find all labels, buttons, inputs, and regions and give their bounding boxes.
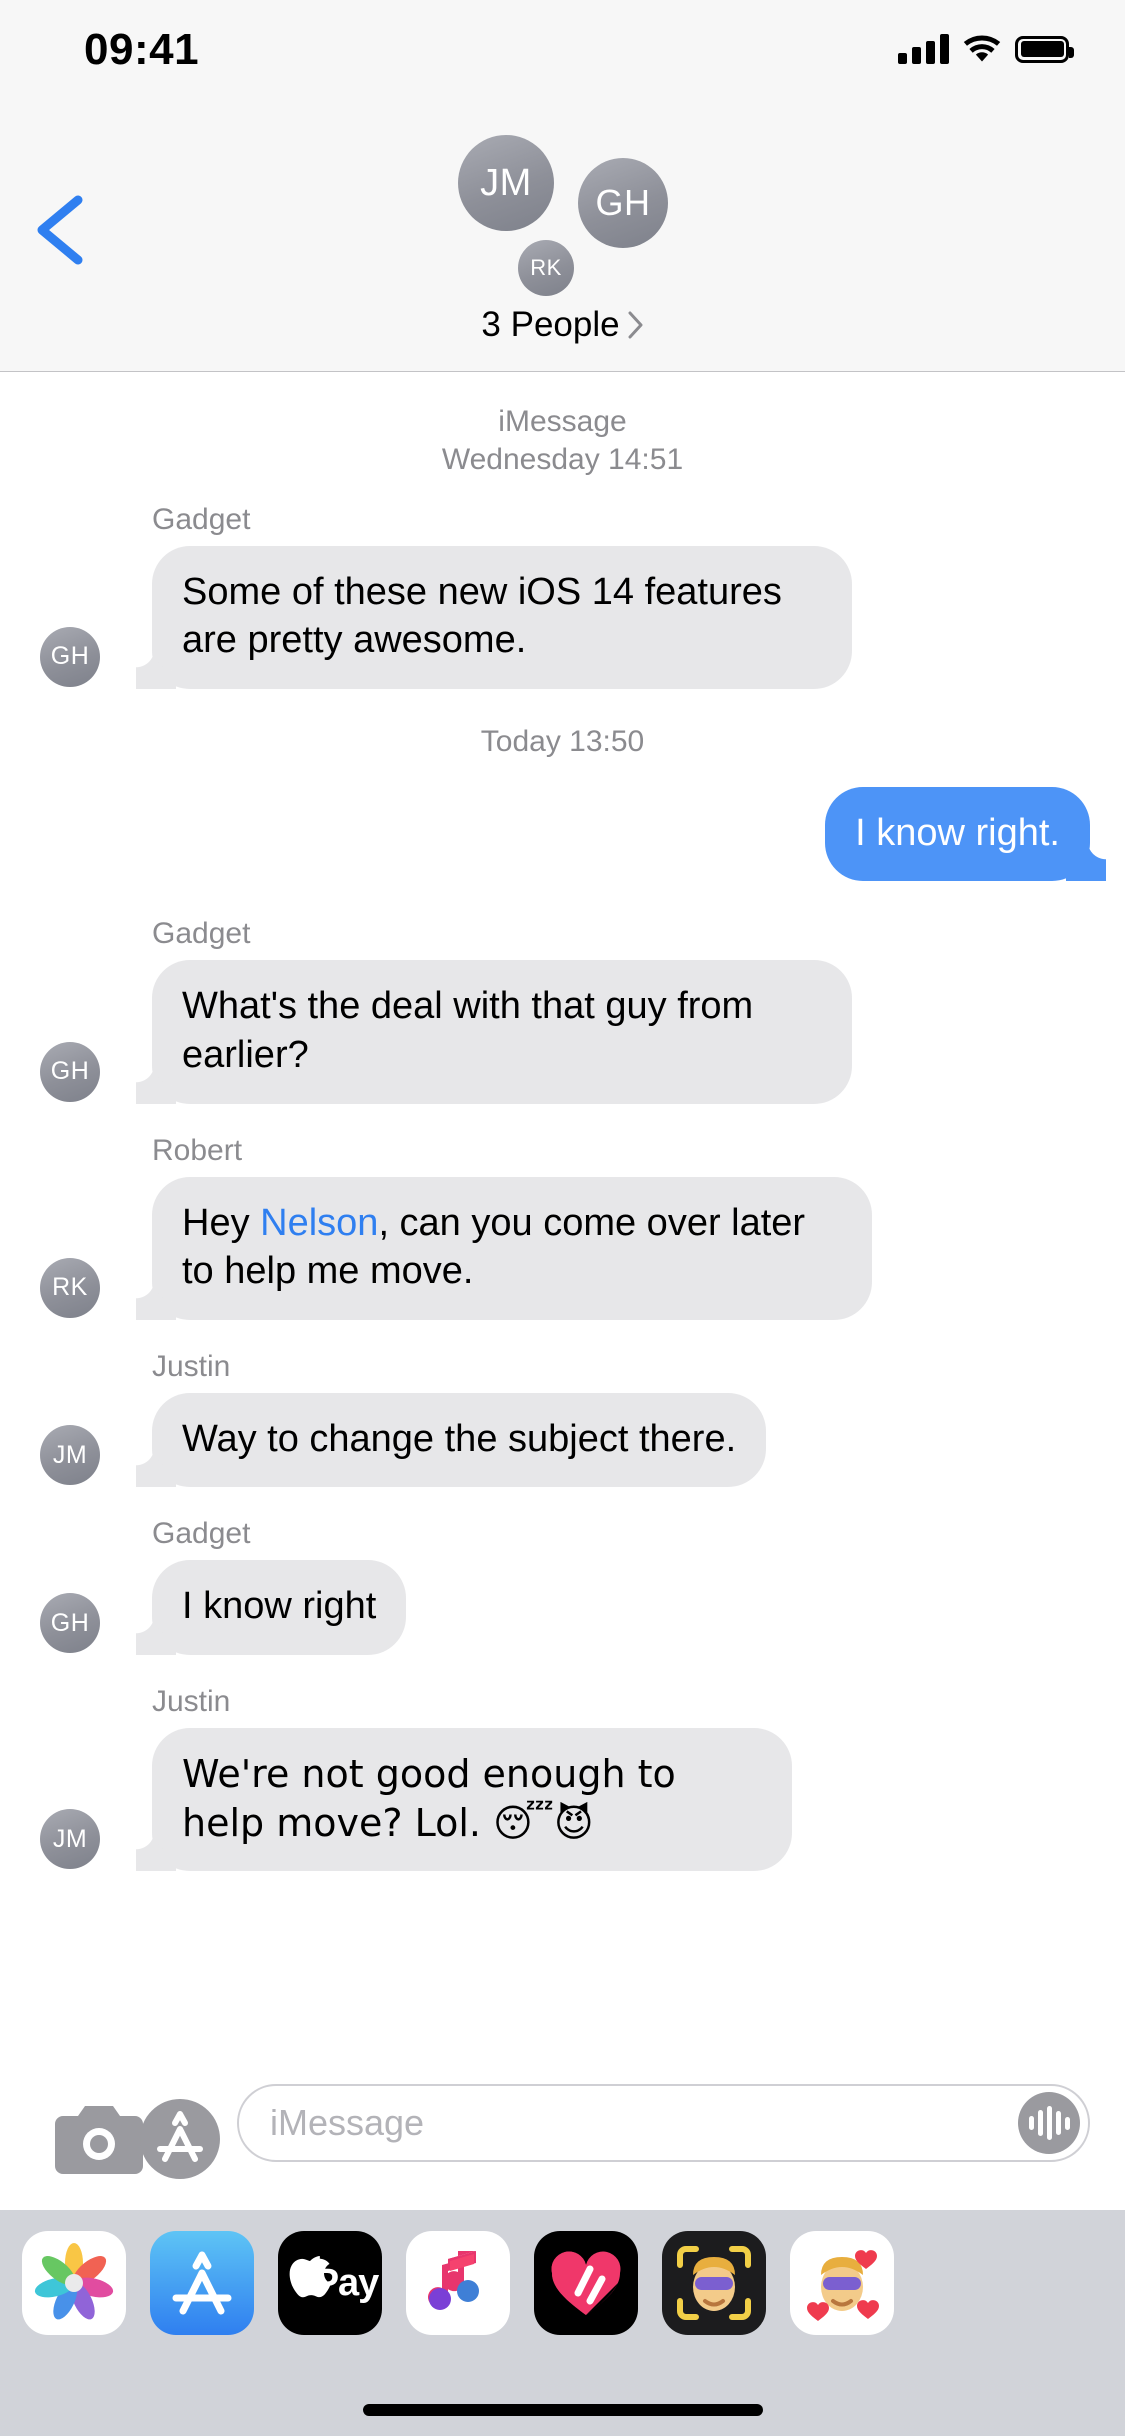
avatar-jm[interactable]: JM xyxy=(458,135,554,231)
app-icon-memoji-camera[interactable] xyxy=(662,2231,766,2335)
message-avatar[interactable]: GH xyxy=(40,626,100,687)
avatar-gh[interactable]: GH xyxy=(578,158,668,248)
messages-screen: 09:41 JM GH RK 3 People iMessage Wednesd… xyxy=(0,0,1125,2436)
app-store-icon xyxy=(172,2251,232,2315)
avatar-initials: RK xyxy=(52,1273,88,1302)
message-bubble[interactable]: Way to change the subject there. xyxy=(152,1392,767,1488)
message-group: Gadget GH Some of these new iOS 14 featu… xyxy=(0,503,1125,689)
participants-label: 3 People xyxy=(481,305,620,344)
avatar-initials: GH xyxy=(50,1057,90,1086)
message-bubble[interactable]: Hey Nelson, can you come over later to h… xyxy=(152,1176,872,1320)
wifi-icon xyxy=(963,34,1001,64)
camera-icon xyxy=(55,2106,143,2174)
photos-icon xyxy=(34,2243,114,2320)
participants-button[interactable]: 3 People xyxy=(0,305,1125,345)
digital-touch-heart-icon xyxy=(551,2251,621,2315)
app-icon-memoji-stickers[interactable] xyxy=(790,2231,894,2335)
thread-timestamp: Today 13:50 xyxy=(480,724,645,758)
message-sender-name: Robert xyxy=(152,1133,243,1167)
audio-message-button[interactable] xyxy=(1018,2092,1080,2154)
message-row: GH I know right xyxy=(0,1560,1125,1656)
status-bar-indicators xyxy=(898,34,1074,64)
music-note-icon xyxy=(428,2251,479,2310)
message-row: GH Some of these new iOS 14 features are… xyxy=(0,545,1125,689)
message-row: JM We're not good enough to help move? L… xyxy=(0,1728,1125,1872)
memoji-stickers-icon xyxy=(807,2250,879,2321)
message-avatar[interactable]: GH xyxy=(40,1041,100,1102)
avatar-initials: JM xyxy=(480,161,532,204)
apple-logo-icon xyxy=(289,2256,331,2298)
avatar-initials: GH xyxy=(50,642,90,671)
app-icon-digital-touch[interactable] xyxy=(534,2231,638,2335)
message-row: RK Hey Nelson, can you come over later t… xyxy=(0,1176,1125,1320)
status-bar-time: 09:41 xyxy=(84,25,200,74)
thread-divider-second: Today 13:50 xyxy=(0,723,1125,761)
message-bubble[interactable]: What's the deal with that guy from earli… xyxy=(152,960,852,1104)
message-thread[interactable]: iMessage Wednesday 14:51 Gadget GH Some … xyxy=(0,373,1125,2050)
conversation-header: 09:41 JM GH RK 3 People xyxy=(0,0,1125,372)
message-sender-name: Justin xyxy=(152,1349,231,1383)
app-icon-photos[interactable] xyxy=(22,2231,126,2335)
app-icon-app-store[interactable] xyxy=(150,2231,254,2335)
cellular-bars-icon xyxy=(898,34,949,64)
app-drawer-row: Pay xyxy=(0,2228,1125,2338)
app-store-button[interactable] xyxy=(138,2097,222,2181)
message-bubble[interactable]: We're not good enough to help move? Lol.… xyxy=(152,1728,792,1872)
avatar-initials: JM xyxy=(52,1440,88,1469)
thread-timestamp: Wednesday 14:51 xyxy=(441,442,684,476)
message-sender-name: Gadget xyxy=(152,1517,251,1551)
avatar-initials: RK xyxy=(530,255,562,280)
message-sender-name: Justin xyxy=(152,1685,231,1719)
message-text-pre: Hey xyxy=(182,1201,261,1244)
camera-button[interactable] xyxy=(55,2100,143,2174)
message-avatar[interactable]: GH xyxy=(40,1593,100,1654)
avatar-rk[interactable]: RK xyxy=(518,240,574,296)
status-bar: 09:41 xyxy=(0,0,1125,100)
group-avatar-cluster[interactable]: JM GH RK xyxy=(0,98,1125,298)
imessage-service-label: iMessage xyxy=(498,405,627,438)
message-group: Gadget GH I know right xyxy=(0,1517,1125,1656)
message-group: Justin JM We're not good enough to help … xyxy=(0,1685,1125,1872)
message-group: Robert RK Hey Nelson, can you come over … xyxy=(0,1134,1125,1320)
message-group: Gadget GH What's the deal with that guy … xyxy=(0,917,1125,1104)
app-icon-apple-pay[interactable]: Pay xyxy=(278,2231,382,2335)
message-sender-name: Gadget xyxy=(152,502,251,536)
chevron-right-icon xyxy=(628,311,644,339)
message-group: Justin JM Way to change the subject ther… xyxy=(0,1350,1125,1488)
app-icon-music[interactable] xyxy=(406,2231,510,2335)
app-store-icon xyxy=(140,2099,220,2179)
mention-link[interactable]: Nelson xyxy=(260,1202,378,1244)
message-input-field[interactable]: iMessage xyxy=(237,2084,1090,2162)
message-avatar[interactable]: RK xyxy=(40,1257,100,1318)
avatar-initials: GH xyxy=(595,182,651,223)
imessage-app-drawer: Pay xyxy=(0,2210,1125,2436)
message-row: GH What's the deal with that guy from ea… xyxy=(0,960,1125,1104)
memoji-camera-icon xyxy=(677,2246,751,2320)
avatar-initials: GH xyxy=(50,1608,90,1637)
home-indicator xyxy=(362,2404,763,2416)
message-input-placeholder: iMessage xyxy=(270,2102,425,2143)
message-sender-name: Gadget xyxy=(152,917,251,951)
message-avatar[interactable]: JM xyxy=(40,1809,100,1870)
avatar-initials: JM xyxy=(52,1824,88,1853)
message-avatar[interactable]: JM xyxy=(40,1425,100,1486)
message-row: JM Way to change the subject there. xyxy=(0,1392,1125,1488)
message-group: I know right. xyxy=(0,786,1125,882)
battery-full-icon xyxy=(1015,35,1074,63)
message-bubble[interactable]: I know right. xyxy=(825,786,1090,882)
message-row: I know right. xyxy=(0,786,1125,882)
thread-divider-first: iMessage Wednesday 14:51 xyxy=(0,403,1125,479)
message-bubble[interactable]: I know right xyxy=(152,1560,407,1656)
message-bubble[interactable]: Some of these new iOS 14 features are pr… xyxy=(152,545,852,689)
